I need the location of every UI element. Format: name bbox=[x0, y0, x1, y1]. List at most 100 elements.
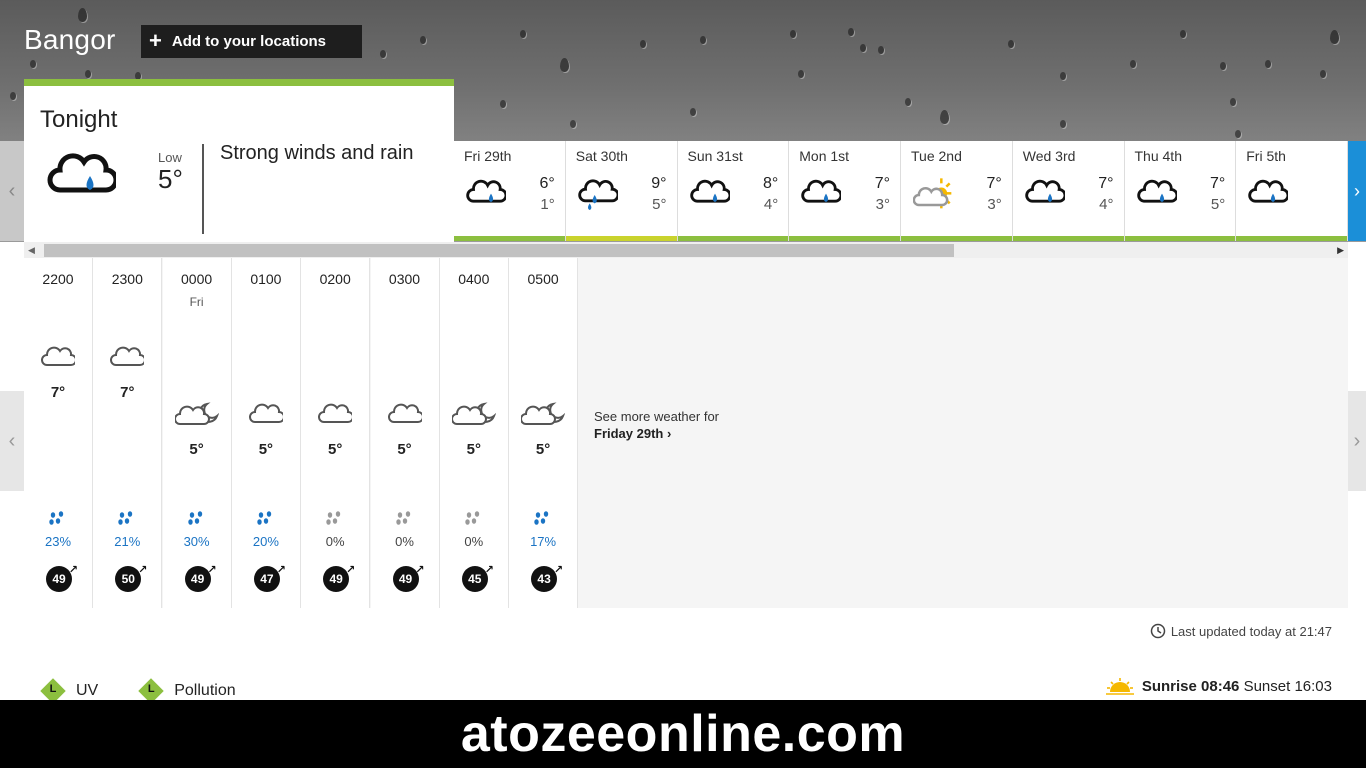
scroll-right-arrow-icon[interactable]: ▶ bbox=[1337, 242, 1344, 258]
hourly-prev-button[interactable]: ‹ bbox=[0, 391, 24, 491]
divider bbox=[202, 144, 204, 234]
hour-temperature: 5° bbox=[258, 441, 274, 458]
hour-column[interactable]: 0100 5° 20% 47 ↗ bbox=[231, 258, 301, 608]
rain-drops-icon bbox=[187, 511, 206, 530]
hour-column[interactable]: 0200 5° 0% 49 ↗ bbox=[301, 258, 371, 608]
tonight-card[interactable]: Tonight Low 5° Strong winds and rain bbox=[24, 79, 454, 242]
day-name: Fri 29th bbox=[464, 148, 512, 164]
sunset-label: Sunset bbox=[1243, 677, 1291, 695]
hourly-next-button[interactable]: › bbox=[1348, 391, 1366, 491]
day-high: 9° bbox=[651, 175, 667, 192]
raindrop-decoration bbox=[10, 92, 16, 100]
location-title: Bangor bbox=[24, 24, 116, 55]
day-tab-4[interactable]: Tue 2nd 7° 3° bbox=[901, 141, 1013, 241]
see-more-day: Friday 29th bbox=[594, 426, 664, 441]
hour-column[interactable]: 2300 7° 21% 50 ↗ bbox=[93, 258, 163, 608]
hour-column[interactable]: 0400 5° 0% 45 ↗ bbox=[439, 258, 509, 608]
day-tab-2[interactable]: Sun 31st 8° 4° bbox=[677, 141, 790, 241]
cloud-moon-icon bbox=[450, 401, 497, 432]
hour-rain-chance: 23% bbox=[44, 534, 72, 549]
rain-drops-icon bbox=[534, 511, 552, 530]
rain-cloud-icon bbox=[1136, 175, 1178, 214]
sun-cloud-icon bbox=[912, 175, 953, 220]
day-color-bar bbox=[454, 236, 565, 241]
day-tab-6[interactable]: Thu 4th 7° 5° bbox=[1124, 141, 1237, 241]
hour-column[interactable]: 0500 5° 17% 43 ↗ bbox=[509, 258, 579, 608]
rain-cloud-icon bbox=[1025, 175, 1067, 214]
raindrop-decoration bbox=[520, 30, 526, 38]
wind-direction-icon: ↗ bbox=[138, 564, 148, 576]
day-tab-3[interactable]: Mon 1st 7° 3° bbox=[789, 141, 901, 241]
pollution-label: Pollution bbox=[174, 682, 236, 699]
day-tab-1[interactable]: Sat 30th 9° 5° bbox=[565, 141, 678, 241]
day-tab-5[interactable]: Wed 3rd 7° 4° bbox=[1012, 141, 1125, 241]
hour-column[interactable]: 2200 7° 23% 49 ↗ bbox=[24, 258, 93, 608]
day-low: 5° bbox=[1210, 196, 1226, 213]
raindrop-decoration bbox=[640, 40, 646, 48]
day-color-bar bbox=[1236, 236, 1347, 241]
wind-speed-badge: 45 ↗ bbox=[461, 564, 494, 592]
cloud-moon-icon bbox=[520, 401, 566, 432]
wind-speed-badge: 47 ↗ bbox=[253, 564, 286, 592]
rain-cloud-icon bbox=[1248, 175, 1290, 214]
wind-direction-icon: ↗ bbox=[207, 564, 217, 576]
hourly-scrollbar[interactable]: ◀ ▶ bbox=[24, 242, 1348, 258]
day-color-bar bbox=[1124, 236, 1236, 241]
raindrop-decoration bbox=[1330, 30, 1339, 44]
last-updated-text: Last updated today at 21:47 bbox=[1170, 623, 1332, 639]
rain-drops-icon bbox=[49, 511, 67, 530]
tonight-title: Tonight bbox=[40, 106, 118, 133]
chevron-left-icon: ‹ bbox=[8, 429, 16, 452]
day-strip: Fri 29th 6° 1° Sat 30th 9° 5° Sun 31st 8… bbox=[454, 141, 1348, 241]
hour-time: 0500 bbox=[527, 271, 559, 287]
wind-speed-badge: 49 ↗ bbox=[392, 564, 425, 592]
hour-column[interactable]: 0300 5° 0% 49 ↗ bbox=[370, 258, 440, 608]
hour-rain-chance: 0% bbox=[395, 534, 414, 549]
raindrop-decoration bbox=[790, 30, 796, 38]
hour-day-label: Fri bbox=[189, 295, 204, 309]
previous-days-button[interactable]: ‹ bbox=[0, 141, 24, 241]
hour-temperature: 7° bbox=[120, 384, 135, 401]
scroll-left-arrow-icon[interactable]: ◀ bbox=[28, 242, 35, 258]
raindrop-decoration bbox=[380, 50, 386, 58]
hour-time: 0400 bbox=[458, 271, 490, 287]
hour-rain-chance: 17% bbox=[530, 534, 557, 549]
sunset-time: 16:03 bbox=[1294, 677, 1332, 695]
day-tab-7[interactable]: Fri 5th bbox=[1236, 141, 1348, 241]
rain-drops-icon bbox=[465, 511, 483, 530]
low-value: 5° bbox=[158, 164, 183, 194]
raindrop-decoration bbox=[85, 70, 91, 78]
day-name: Thu 4th bbox=[1134, 148, 1182, 164]
raindrop-decoration bbox=[860, 44, 866, 52]
day-color-bar bbox=[901, 236, 1012, 241]
hour-temperature: 5° bbox=[328, 441, 343, 458]
wind-speed-badge: 43 ↗ bbox=[531, 564, 563, 592]
hour-temperature: 5° bbox=[189, 441, 204, 458]
day-tab-0[interactable]: Fri 29th 6° 1° bbox=[454, 141, 566, 241]
sunrise-icon bbox=[1105, 678, 1134, 695]
low-label: Low bbox=[158, 150, 182, 165]
add-location-button[interactable]: + Add to your locations bbox=[141, 25, 362, 58]
raindrop-decoration bbox=[1230, 98, 1236, 106]
hour-time: 0000 bbox=[181, 271, 213, 287]
hour-rain-chance: 0% bbox=[325, 534, 345, 549]
wind-direction-icon: ↗ bbox=[345, 564, 356, 576]
raindrop-decoration bbox=[420, 36, 426, 44]
hour-temperature: 5° bbox=[397, 441, 412, 458]
see-more-link[interactable]: See more weather for Friday 29th › bbox=[594, 408, 719, 442]
day-color-bar bbox=[677, 236, 789, 241]
day-low: 3° bbox=[987, 196, 1002, 213]
rain-drops-icon bbox=[326, 511, 344, 530]
day-name: Tue 2nd bbox=[911, 148, 962, 164]
raindrop-decoration bbox=[78, 8, 87, 22]
cloud-icon bbox=[248, 401, 285, 430]
day-high: 6° bbox=[539, 175, 555, 192]
raindrop-decoration bbox=[1008, 40, 1014, 48]
hour-column[interactable]: 0000 Fri 5° 30% 49 ↗ bbox=[162, 258, 232, 608]
hour-rain-chance: 20% bbox=[252, 534, 279, 549]
heavy-rain-cloud-icon bbox=[46, 146, 119, 207]
chevron-right-icon: › bbox=[1353, 429, 1361, 452]
add-location-label: Add to your locations bbox=[171, 33, 327, 50]
scroll-thumb[interactable] bbox=[44, 244, 954, 257]
next-days-button[interactable]: › bbox=[1348, 141, 1366, 241]
